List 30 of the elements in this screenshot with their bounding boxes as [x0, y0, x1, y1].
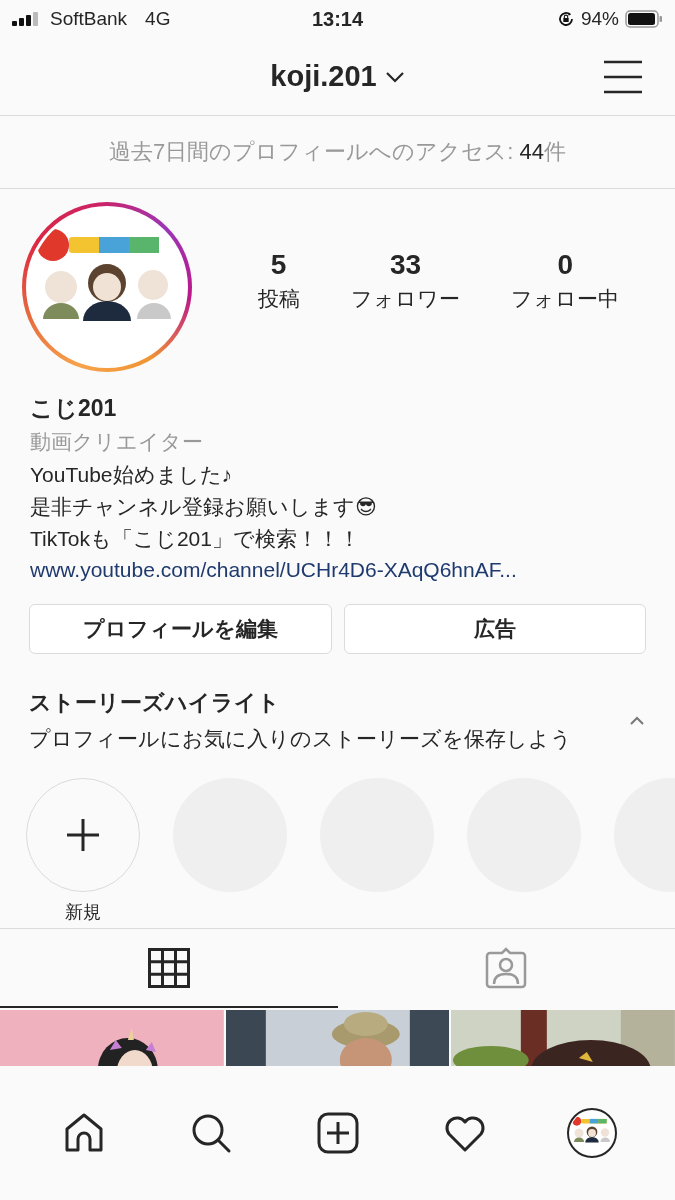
bio-line: YouTube始めました♪	[29, 462, 234, 488]
rotation-lock-icon	[556, 10, 575, 28]
menu-icon[interactable]	[603, 60, 643, 94]
bio-line: TikTokも「こじ201」で検索！！！	[29, 526, 361, 552]
highlights-hint: プロフィールにお気に入りのストーリーズを保存しよう	[29, 726, 573, 752]
profile-visits-text: 過去7日間のプロフィールへのアクセス: 44件	[109, 138, 566, 166]
person-tag-icon	[484, 945, 529, 990]
profile-name: こじ201	[29, 394, 118, 423]
battery-icon	[625, 10, 663, 28]
profile-button[interactable]: プロフィールを編集	[29, 604, 332, 654]
chevron-up-icon[interactable]	[629, 716, 645, 726]
profile-link[interactable]: www.youtube.com/channel/UCHr4D6-XAqQ6hnAF...	[22, 558, 645, 582]
clock-time: 13:14	[311, 7, 364, 31]
stat-counter[interactable]: 33 フォロワー	[351, 249, 460, 313]
network-type: 4G	[145, 8, 171, 30]
stat-counter[interactable]: 0 フォロー中	[511, 249, 620, 313]
carrier-name: SoftBank	[50, 8, 128, 30]
plus-icon	[66, 818, 100, 852]
highlight-label: 新規	[65, 901, 101, 924]
profile-button[interactable]: 広告	[343, 604, 646, 654]
profile-category: 動画クリエイター	[29, 429, 204, 455]
battery-percent: 94%	[580, 8, 619, 30]
grid-icon	[147, 947, 190, 988]
stat-counter[interactable]: 5 投稿	[257, 249, 300, 313]
bio-line: 是非チャンネル登録お願いします😎	[29, 494, 378, 520]
chevron-down-icon	[384, 70, 405, 83]
highlights-title: ストーリーズハイライト	[29, 689, 281, 717]
account-switcher[interactable]: koji.201	[270, 60, 405, 93]
add-post-icon[interactable]	[316, 1112, 359, 1154]
profile-avatar[interactable]	[566, 1108, 617, 1158]
